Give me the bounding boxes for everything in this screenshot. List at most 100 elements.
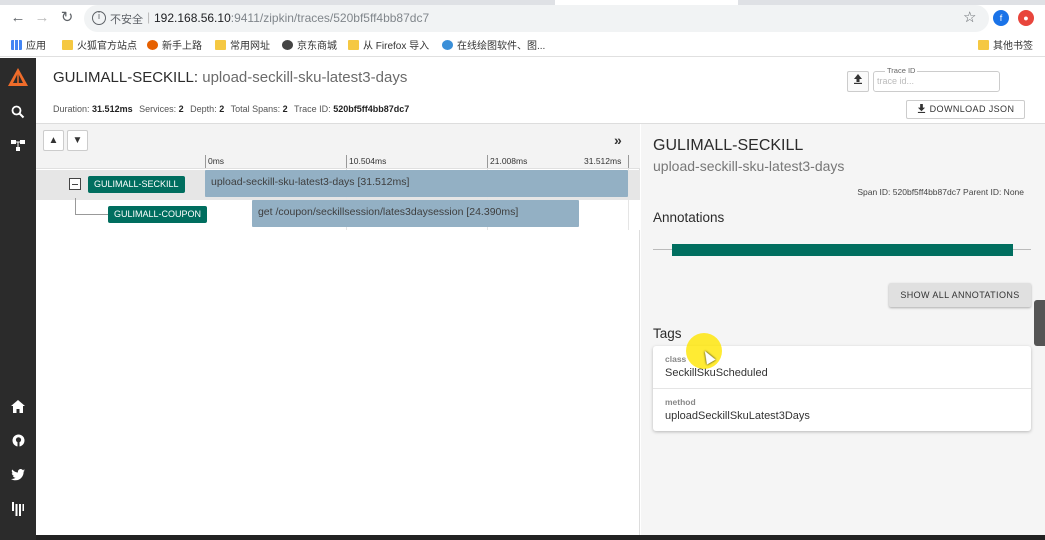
bookmark-label: 火狐官方站点 <box>77 41 137 52</box>
tree-connector <box>75 198 76 214</box>
bookmark-label: 京东商城 <box>297 41 337 52</box>
dependencies-icon[interactable] <box>9 138 27 156</box>
firefox-icon <box>147 39 158 50</box>
span-duration-bar[interactable]: get /coupon/seckillsession/lates3daysess… <box>251 200 580 227</box>
depth-label: Depth: <box>190 104 217 114</box>
taskbar-strip <box>36 535 1045 540</box>
collapse-toggle-icon[interactable] <box>69 178 81 190</box>
services-value: 2 <box>178 104 184 114</box>
tag-row: method uploadSeckillSkuLatest3Days <box>653 388 1031 430</box>
span-detail-panel: GULIMALL-SECKILL upload-seckill-sku-late… <box>641 124 1045 540</box>
trace-id-input[interactable] <box>877 76 995 86</box>
service-badge: GULIMALL-COUPON <box>108 206 208 223</box>
bookmark-star-icon[interactable]: ☆ <box>963 8 976 26</box>
annotation-bar[interactable] <box>672 244 1013 256</box>
reload-button[interactable]: ↻ <box>58 9 76 27</box>
tag-key: method <box>665 397 696 407</box>
back-button[interactable]: ← <box>9 9 27 27</box>
traceid-label: Trace ID: <box>293 104 331 114</box>
title-service: GULIMALL-SECKILL: <box>53 69 199 86</box>
home-icon[interactable] <box>9 400 27 418</box>
tick-line <box>205 155 206 168</box>
detail-service: GULIMALL-SECKILL <box>653 137 804 154</box>
url-text[interactable]: 192.168.56.10:9411/zipkin/traces/520bf5f… <box>154 11 429 25</box>
detail-span-name: upload-seckill-sku-latest3-days <box>653 158 845 174</box>
bookmark-firefox-site[interactable]: 火狐官方站点 <box>62 37 137 52</box>
bookmark-common-sites[interactable]: 常用网址 <box>215 37 270 52</box>
service-badge: GULIMALL-SECKILL <box>88 176 185 193</box>
bookmark-label: 常用网址 <box>230 41 270 52</box>
show-all-annotations-button[interactable]: SHOW ALL ANNOTATIONS <box>889 283 1031 307</box>
folder-icon <box>348 39 359 50</box>
upload-json-button[interactable] <box>847 71 869 92</box>
expand-panel-icon[interactable]: » <box>614 132 622 148</box>
trace-header: GULIMALL-SECKILL: upload-seckill-sku-lat… <box>36 58 1045 124</box>
profile-avatar-icon[interactable]: f <box>993 10 1009 26</box>
bookmark-firefox-import[interactable]: 从 Firefox 导入 <box>348 37 429 52</box>
traceid-value: 520bf5ff4bb87dc7 <box>333 104 410 114</box>
depth-value: 2 <box>219 104 225 114</box>
download-json-button[interactable]: DOWNLOAD JSON <box>906 100 1025 119</box>
gitter-icon[interactable] <box>9 502 27 520</box>
bookmark-jd[interactable]: 京东商城 <box>282 37 337 52</box>
bookmark-label: 新手上路 <box>162 41 202 52</box>
info-icon[interactable]: i <box>92 11 106 25</box>
span-ids: Span ID: 520bf5ff4bb87dc7 Parent ID: Non… <box>857 187 1024 197</box>
tick-line <box>628 155 629 168</box>
bookmark-label: 应用 <box>26 41 46 52</box>
page-title: GULIMALL-SECKILL: upload-seckill-sku-lat… <box>53 69 407 86</box>
draw-app-icon <box>442 39 453 50</box>
address-bar[interactable]: i 不安全 | 192.168.56.10:9411/zipkin/traces… <box>84 5 989 32</box>
tick-line <box>346 155 347 168</box>
url-path: :9411/zipkin/traces/520bf5ff4bb87dc7 <box>230 11 430 25</box>
trace-id-field[interactable]: Trace ID <box>873 66 1000 92</box>
collapse-down-button[interactable]: ▼ <box>67 130 88 151</box>
download-icon <box>917 104 925 113</box>
bookmark-label: 从 Firefox 导入 <box>363 41 430 52</box>
folder-icon <box>978 39 989 50</box>
annotations-heading: Annotations <box>653 210 725 225</box>
tick-label: 10.504ms <box>349 156 387 166</box>
zipkin-logo-icon[interactable] <box>7 67 29 89</box>
tag-value: uploadSeckillSkuLatest3Days <box>665 410 810 422</box>
bookmark-other[interactable]: 其他书签 <box>978 37 1033 52</box>
bookmark-drawing[interactable]: 在线绘图软件、图... <box>442 37 545 52</box>
url-host: 192.168.56.10 <box>154 11 231 25</box>
bookmarks-bar: 应用 火狐官方站点 新手上路 常用网址 京东商城 从 Firefox 导入 在线… <box>0 32 1045 57</box>
bookmark-getting-started[interactable]: 新手上路 <box>147 37 202 52</box>
search-icon[interactable] <box>9 105 27 123</box>
security-label: 不安全 <box>110 14 143 26</box>
tick-label: 31.512ms <box>584 156 622 166</box>
timeline-toolbar: ▲ ▼ » 0ms 10.504ms 21.008ms 31.512ms <box>36 124 640 169</box>
scrollbar-handle[interactable] <box>1034 300 1045 346</box>
tree-connector <box>75 214 108 215</box>
folder-icon <box>215 39 226 50</box>
duration-value: 31.512ms <box>92 104 133 114</box>
tick-label: 0ms <box>208 156 225 166</box>
upload-icon <box>854 74 862 84</box>
extension-icon[interactable]: ● <box>1018 10 1034 26</box>
forward-button[interactable]: → <box>33 9 51 27</box>
browser-toolbar: ← → ↻ i 不安全 | 192.168.56.10:9411/zipkin/… <box>0 0 1045 36</box>
spans-label: Total Spans: <box>230 104 281 114</box>
globe-icon <box>282 39 293 50</box>
span-duration-bar[interactable]: upload-seckill-sku-latest3-days [31.512m… <box>205 170 628 197</box>
trace-id-label: Trace ID <box>885 66 918 75</box>
tick-label: 21.008ms <box>490 156 528 166</box>
bookmark-apps[interactable]: 应用 <box>11 37 46 52</box>
bookmark-label: 其他书签 <box>993 41 1033 52</box>
folder-icon <box>62 39 73 50</box>
url-separator: | <box>147 10 151 24</box>
github-icon[interactable] <box>9 434 27 452</box>
duration-label: Duration: <box>53 104 90 114</box>
title-span: upload-seckill-sku-latest3-days <box>202 69 408 86</box>
spans-value: 2 <box>282 104 288 114</box>
trace-timeline: ▲ ▼ » 0ms 10.504ms 21.008ms 31.512ms GUL… <box>36 124 640 540</box>
tag-key: class <box>665 354 687 364</box>
bookmark-label: 在线绘图软件、图... <box>457 41 546 52</box>
download-label: DOWNLOAD JSON <box>929 104 1015 114</box>
twitter-icon[interactable] <box>9 468 27 486</box>
expand-up-button[interactable]: ▲ <box>43 130 64 151</box>
tick-line <box>487 155 488 168</box>
services-label: Services: <box>139 104 177 114</box>
